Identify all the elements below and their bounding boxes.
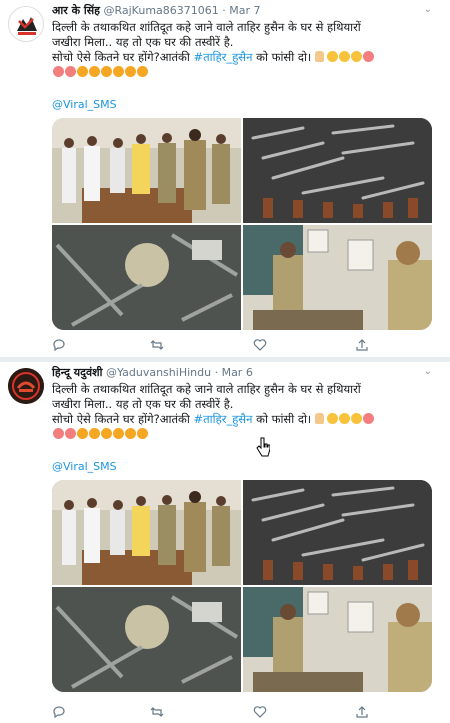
reply-icon[interactable] bbox=[52, 705, 66, 723]
user-handle[interactable]: @YaduvanshiHindu bbox=[106, 366, 211, 379]
angry-face-emoji-icon bbox=[65, 428, 76, 439]
face-emoji-icon bbox=[338, 51, 350, 62]
mention-link[interactable]: @Viral_SMS bbox=[52, 98, 432, 111]
face-emoji-icon bbox=[326, 413, 338, 424]
tweet-content: आर के सिंह @RajKuma86371061 · Mar 7 ⌄ दि… bbox=[52, 4, 432, 111]
separator-dot: · bbox=[222, 4, 226, 17]
scream-face-emoji-icon bbox=[89, 66, 100, 77]
display-name[interactable]: हिन्दू यदुवंशी bbox=[52, 366, 102, 379]
mention-link[interactable]: @Viral_SMS bbox=[52, 460, 432, 473]
avatar-logo-icon bbox=[12, 10, 42, 40]
scream-face-emoji-icon bbox=[89, 428, 100, 439]
angry-face-emoji-icon bbox=[362, 413, 374, 424]
tweet-text-line: सोचो ऐसे कितने घर होंगे?आतंकी #ताहिर_हुस… bbox=[52, 50, 432, 65]
police-photo bbox=[243, 225, 432, 330]
retweet-icon[interactable] bbox=[150, 338, 164, 356]
avatar[interactable] bbox=[8, 368, 44, 404]
avatar-logo-icon bbox=[8, 368, 44, 404]
tweet-text-line: सोचो ऐसे कितने घर होंगे?आतंकी #ताहिर_हुस… bbox=[52, 412, 432, 427]
tweet-content: हिन्दू यदुवंशी @YaduvanshiHindu · Mar 6 … bbox=[52, 366, 432, 473]
media-photo-police[interactable] bbox=[243, 587, 432, 692]
face-emoji-icon bbox=[338, 413, 350, 424]
share-icon[interactable] bbox=[355, 705, 369, 723]
scream-face-emoji-icon bbox=[137, 428, 148, 439]
scream-face-emoji-icon bbox=[125, 428, 136, 439]
scream-face-emoji-icon bbox=[137, 66, 148, 77]
scream-face-emoji-icon bbox=[77, 66, 88, 77]
tweet[interactable]: आर के सिंह @RajKuma86371061 · Mar 7 ⌄ दि… bbox=[0, 0, 450, 357]
scream-face-emoji-icon bbox=[113, 428, 124, 439]
tweet[interactable]: हिन्दू यदुवंशी @YaduvanshiHindu · Mar 6 … bbox=[0, 362, 450, 723]
hand-cursor-icon bbox=[256, 437, 270, 457]
group-photo bbox=[52, 118, 241, 223]
media-photo-weapons[interactable] bbox=[243, 118, 432, 223]
raised-hand-emoji-icon bbox=[314, 51, 324, 62]
avatar[interactable] bbox=[8, 6, 44, 42]
media-photo-weapons[interactable] bbox=[243, 480, 432, 585]
tweet-text-line: जखीरा मिला.. यह तो एक घर की तस्वीरें है. bbox=[52, 35, 234, 49]
tweet-text: दिल्ली के तथाकथित शांतिदूत कहे जाने वाले… bbox=[52, 20, 432, 80]
tweet-text-part: सोचो ऐसे कितने घर होंगे?आतंकी bbox=[52, 412, 194, 426]
tweet-text-part: को फांसी दो। bbox=[252, 412, 312, 426]
hashtag-link[interactable]: #ताहिर_हुसैन bbox=[193, 50, 252, 64]
media-photo-group[interactable] bbox=[52, 480, 241, 585]
tweet-media-grid[interactable] bbox=[52, 480, 432, 692]
scream-face-emoji-icon bbox=[101, 428, 112, 439]
angry-face-emoji-icon bbox=[53, 428, 64, 439]
weapons-photo bbox=[243, 118, 432, 223]
media-photo-scrap[interactable] bbox=[52, 587, 241, 692]
face-emoji-icon bbox=[350, 413, 362, 424]
tweet-date[interactable]: Mar 7 bbox=[229, 4, 260, 17]
hashtag-link[interactable]: #ताहिर_हुसैन bbox=[193, 412, 252, 426]
tweet-header: हिन्दू यदुवंशी @YaduvanshiHindu · Mar 6 bbox=[52, 366, 432, 380]
tweet-text-part: को फांसी दो। bbox=[252, 50, 312, 64]
scream-face-emoji-icon bbox=[77, 428, 88, 439]
like-icon[interactable] bbox=[253, 338, 267, 356]
user-handle[interactable]: @RajKuma86371061 bbox=[103, 4, 218, 17]
tweet-actions bbox=[52, 705, 382, 719]
tweet-header: आर के सिंह @RajKuma86371061 · Mar 7 bbox=[52, 4, 432, 18]
media-photo-police[interactable] bbox=[243, 225, 432, 330]
tweet-media-grid[interactable] bbox=[52, 118, 432, 330]
group-photo bbox=[52, 480, 241, 585]
tweet-text-line: दिल्ली के तथाकथित शांतिदूत कहे जाने वाले… bbox=[52, 20, 361, 34]
tweet-text-part: सोचो ऐसे कितने घर होंगे?आतंकी bbox=[52, 50, 194, 64]
angry-face-emoji-icon bbox=[362, 51, 374, 62]
scrap-metal-photo bbox=[52, 225, 241, 330]
share-icon[interactable] bbox=[355, 338, 369, 356]
emoji-line bbox=[52, 427, 432, 442]
retweet-icon[interactable] bbox=[150, 705, 164, 723]
face-emoji-icon bbox=[326, 51, 338, 62]
angry-face-emoji-icon bbox=[65, 66, 76, 77]
raised-hand-emoji-icon bbox=[314, 413, 324, 424]
tweet-text: दिल्ली के तथाकथित शांतिदूत कहे जाने वाले… bbox=[52, 382, 432, 442]
tweet-text-line: दिल्ली के तथाकथित शांतिदूत कहे जाने वाले… bbox=[52, 382, 361, 396]
separator-dot: · bbox=[214, 366, 219, 379]
emoji-line bbox=[52, 65, 432, 80]
angry-face-emoji-icon bbox=[53, 66, 64, 77]
tweet-text-line: जखीरा मिला.. यह तो एक घर की तस्वीरें है. bbox=[52, 397, 234, 411]
police-photo bbox=[243, 587, 432, 692]
scream-face-emoji-icon bbox=[125, 66, 136, 77]
chevron-down-icon[interactable]: ⌄ bbox=[424, 366, 432, 377]
display-name[interactable]: आर के सिंह bbox=[52, 4, 100, 17]
scrap-metal-photo bbox=[52, 587, 241, 692]
weapons-photo bbox=[243, 480, 432, 585]
tweet-actions bbox=[52, 338, 382, 352]
face-emoji-icon bbox=[350, 51, 362, 62]
media-photo-group[interactable] bbox=[52, 118, 241, 223]
chevron-down-icon[interactable]: ⌄ bbox=[424, 4, 432, 15]
like-icon[interactable] bbox=[253, 705, 267, 723]
reply-icon[interactable] bbox=[52, 338, 66, 356]
tweet-date[interactable]: Mar 6 bbox=[222, 366, 253, 379]
scream-face-emoji-icon bbox=[101, 66, 112, 77]
scream-face-emoji-icon bbox=[113, 66, 124, 77]
media-photo-scrap[interactable] bbox=[52, 225, 241, 330]
